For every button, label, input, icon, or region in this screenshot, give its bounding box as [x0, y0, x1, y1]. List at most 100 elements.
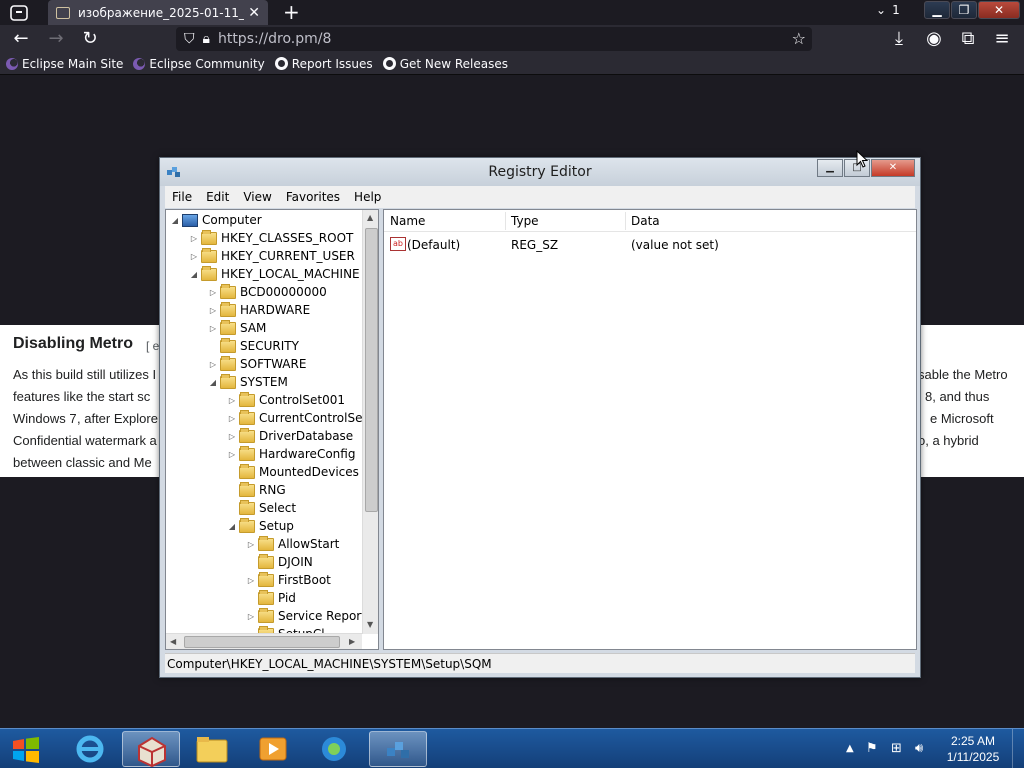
window-titlebar[interactable]: Registry Editor ▁ □ ✕ [160, 158, 920, 186]
tree-node[interactable]: ▷ HardwareConfig [227, 445, 355, 463]
url-text[interactable]: https://dro.pm/8 [218, 31, 331, 47]
expand-arrow-icon[interactable]: ▷ [208, 360, 218, 369]
taskbar-app[interactable] [122, 731, 180, 768]
taskbar-app[interactable] [61, 731, 119, 767]
bookmark-star-icon[interactable]: ☆ [792, 29, 806, 48]
download-icon[interactable]: ⤓ [888, 29, 910, 49]
expand-arrow-icon[interactable]: ▷ [246, 612, 256, 621]
tree-horizontal-scrollbar[interactable]: ◀ ▶ [166, 633, 362, 649]
tree-node[interactable]: ▷ DriverDatabase [227, 427, 353, 445]
tab-list-icon[interactable] [8, 3, 30, 23]
values-list-pane[interactable]: Name Type Data ab (Default) REG_SZ (valu… [383, 209, 917, 650]
taskbar-app[interactable] [244, 731, 302, 767]
scroll-right-arrow-icon[interactable]: ▶ [349, 637, 355, 646]
scroll-thumb[interactable] [365, 228, 378, 512]
shield-icon[interactable]: ⛉ [184, 31, 195, 47]
address-bar[interactable]: ⛉ 🔒︎ https://dro.pm/8 ☆ [176, 27, 812, 51]
taskbar-app[interactable] [369, 731, 427, 767]
collapse-arrow-icon[interactable]: ◢ [170, 216, 180, 225]
bookmark-eclipse-community[interactable]: Eclipse Community [133, 57, 265, 71]
menu-favorites[interactable]: Favorites [279, 190, 347, 204]
tree-node[interactable]: RNG [227, 481, 286, 499]
bookmark-get-new-releases[interactable]: Get New Releases [382, 57, 508, 71]
tree-node[interactable]: ▷ SAM [208, 319, 266, 337]
tree-vertical-scrollbar[interactable]: ▲ ▼ [362, 210, 378, 634]
scroll-up-arrow-icon[interactable]: ▲ [367, 213, 373, 222]
expand-arrow-icon[interactable]: ▷ [189, 234, 199, 243]
tree-node[interactable]: Pid [246, 589, 296, 607]
tree-node[interactable]: ◢ HKEY_LOCAL_MACHINE [189, 265, 360, 283]
tree-node[interactable]: ▷ CurrentControlSet [227, 409, 367, 427]
scroll-down-arrow-icon[interactable]: ▼ [367, 620, 373, 629]
scroll-thumb[interactable] [184, 636, 340, 648]
tree-node[interactable]: ◢ Setup [227, 517, 294, 535]
minimize-button[interactable]: ▁ [924, 1, 950, 19]
expand-arrow-icon[interactable]: ▷ [227, 396, 237, 405]
restore-button[interactable]: ❐ [951, 1, 977, 19]
expand-arrow-icon[interactable]: ▷ [189, 252, 199, 261]
browser-tab[interactable]: изображение_2025-01-11_1224. ✕ [48, 0, 268, 25]
column-data[interactable]: Data [631, 214, 660, 228]
collapse-arrow-icon[interactable]: ◢ [189, 270, 199, 279]
tree-node[interactable]: MountedDevices [227, 463, 359, 481]
table-row[interactable]: ab (Default) REG_SZ (value not set) [388, 236, 908, 254]
lock-icon[interactable]: 🔒︎ [203, 31, 210, 47]
bookmark-eclipse-main-site[interactable]: Eclipse Main Site [6, 57, 123, 71]
new-tab-button[interactable]: + [283, 1, 300, 23]
forward-arrow-icon[interactable]: → [45, 29, 67, 49]
expand-arrow-icon[interactable]: ▷ [246, 576, 256, 585]
column-divider[interactable] [625, 212, 626, 230]
taskbar-app[interactable] [183, 731, 241, 767]
tree-node[interactable]: ▷ HKEY_CLASSES_ROOT [189, 229, 353, 247]
menu-file[interactable]: File [165, 190, 199, 204]
reload-icon[interactable]: ↻ [79, 29, 101, 49]
minimize-button[interactable]: ▁ [817, 159, 843, 177]
show-hidden-icons[interactable]: ▲ [846, 743, 854, 754]
tree-node[interactable]: DJOIN [246, 553, 313, 571]
tree-node[interactable]: ▷ FirstBoot [246, 571, 331, 589]
windows-7-link[interactable]: Windows 7 [13, 411, 77, 426]
column-divider[interactable] [505, 212, 506, 230]
bookmark-report-issues[interactable]: Report Issues [274, 57, 373, 71]
tab-overflow-indicator[interactable]: ⌄ 1 [876, 3, 900, 17]
menu-icon[interactable]: ≡ [991, 29, 1013, 49]
tree-node[interactable]: ▷ BCD00000000 [208, 283, 327, 301]
tree-node[interactable]: Select [227, 499, 296, 517]
expand-arrow-icon[interactable]: ▷ [246, 540, 256, 549]
close-tab-icon[interactable]: ✕ [248, 5, 260, 21]
expand-arrow-icon[interactable]: ▷ [208, 306, 218, 315]
windows-start-icon[interactable] [10, 735, 42, 765]
flag-icon[interactable]: ⚑ [866, 741, 878, 756]
volume-icon[interactable]: 🔊︎ [915, 741, 923, 756]
tree-node[interactable]: ▷ HKEY_CURRENT_USER [189, 247, 355, 265]
column-type[interactable]: Type [511, 214, 539, 228]
expand-arrow-icon[interactable]: ▷ [208, 324, 218, 333]
menu-help[interactable]: Help [347, 190, 388, 204]
extensions-icon[interactable]: ⧉ [957, 29, 979, 49]
edit-link[interactable]: [ e [146, 339, 159, 353]
tree-node[interactable]: ▷ ControlSet001 [227, 391, 345, 409]
tree-node[interactable]: ▷ SOFTWARE [208, 355, 306, 373]
scroll-left-arrow-icon[interactable]: ◀ [170, 637, 176, 646]
system-clock[interactable]: 2:25 AM 1/11/2025 [940, 733, 1006, 765]
tree-node[interactable]: ▷ HARDWARE [208, 301, 310, 319]
tree-node[interactable]: ◢ Computer [170, 211, 262, 229]
show-desktop-button[interactable] [1012, 729, 1024, 768]
close-button[interactable]: ✕ [871, 159, 915, 177]
collapse-arrow-icon[interactable]: ◢ [227, 522, 237, 531]
tree-node[interactable]: ◢ SYSTEM [208, 373, 288, 391]
expand-arrow-icon[interactable]: ▷ [208, 288, 218, 297]
tree-node[interactable]: SECURITY [208, 337, 299, 355]
collapse-arrow-icon[interactable]: ◢ [208, 378, 218, 387]
menu-view[interactable]: View [236, 190, 278, 204]
menu-edit[interactable]: Edit [199, 190, 236, 204]
tree-node[interactable]: ▷ AllowStart [246, 535, 339, 553]
network-icon[interactable]: ⊞ [891, 741, 902, 756]
tree-node[interactable]: ▷ Service Reportin [246, 607, 377, 625]
account-icon[interactable]: ◉ [923, 29, 945, 49]
taskbar-app[interactable] [305, 731, 363, 767]
close-window-button[interactable]: ✕ [978, 1, 1020, 19]
column-name[interactable]: Name [390, 214, 425, 228]
registry-tree-pane[interactable]: ◢ Computer ▷ HKEY_CLASSES_ROOT ▷ HKEY_CURRENT… [165, 209, 379, 650]
expand-arrow-icon[interactable]: ▷ [227, 450, 237, 459]
